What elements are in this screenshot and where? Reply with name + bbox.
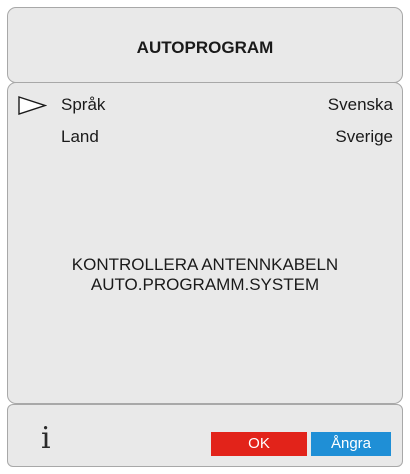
undo-button[interactable]: Ångra bbox=[311, 432, 391, 456]
setting-label-country: Land bbox=[61, 127, 99, 146]
footer-bar: i OK Ångra bbox=[7, 404, 403, 467]
setting-value-language: Svenska bbox=[327, 95, 393, 114]
setting-row-country[interactable]: Land Sverige bbox=[8, 124, 402, 150]
info-icon[interactable]: i bbox=[41, 421, 51, 456]
setting-row-language[interactable]: Språk Svenska bbox=[8, 92, 402, 118]
header-panel: AUTOPROGRAM bbox=[7, 7, 403, 83]
settings-panel: Språk Svenska Land Sverige KONTROLLERA A… bbox=[7, 82, 403, 404]
setting-value-country: Sverige bbox=[335, 127, 393, 146]
setting-label-language: Språk bbox=[61, 95, 106, 114]
selection-arrow-icon bbox=[18, 96, 47, 115]
status-message-antenna: KONTROLLERA ANTENNKABELN bbox=[71, 255, 339, 274]
status-message-system: AUTO.PROGRAMM.SYSTEM bbox=[90, 275, 320, 294]
ok-button[interactable]: OK bbox=[211, 432, 307, 456]
page-title: AUTOPROGRAM bbox=[136, 38, 274, 57]
